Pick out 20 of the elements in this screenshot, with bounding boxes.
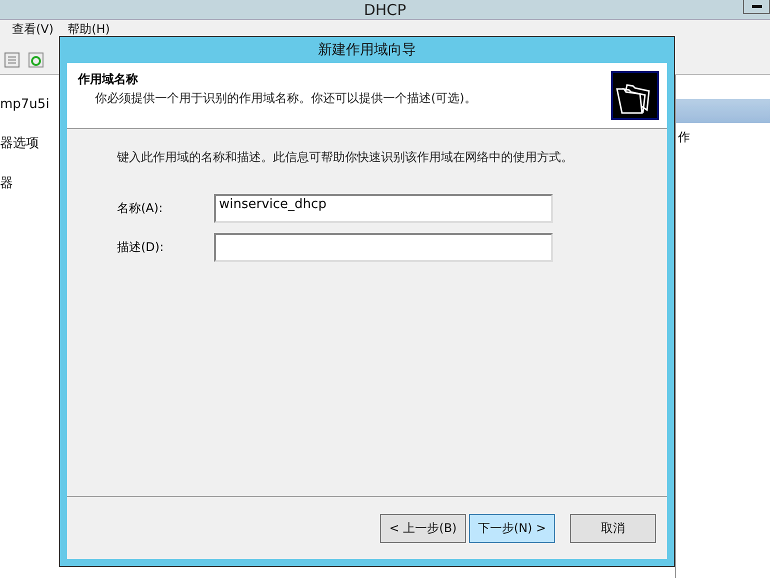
minimize-button[interactable] — [743, 0, 770, 14]
page-subtitle: 你必须提供一个用于识别的作用域名称。你还可以提供一个描述(可选)。 — [94, 90, 476, 107]
field-label: 名称(A): — [117, 200, 164, 217]
instruction-text: 键入此作用域的名称和描述。此信息可帮助你快速识别该作用域在网络中的使用方式。 — [117, 149, 574, 166]
properties-icon[interactable] — [4, 52, 20, 68]
refresh-icon[interactable] — [28, 52, 44, 68]
folders-icon — [611, 71, 659, 120]
menu-item[interactable]: 查看(V) — [12, 21, 54, 38]
actions-item[interactable]: 作 — [676, 123, 770, 152]
dialog-title: 新建作用域向导 — [317, 41, 417, 60]
wizard-button[interactable]: 取消 — [570, 514, 656, 542]
menu-item[interactable]: 帮助(H) — [68, 21, 110, 38]
page-title: 作用域名称 — [78, 71, 139, 88]
field-label: 描述(D): — [117, 239, 165, 256]
wizard-button[interactable]: < 上一步(B) — [380, 514, 466, 542]
minimize-icon — [752, 5, 762, 8]
input-field[interactable] — [214, 233, 553, 262]
wizard-button[interactable]: 下一步(N) > — [469, 514, 555, 542]
input-field[interactable]: winservice_dhcp — [214, 194, 553, 223]
window-title: DHCP — [364, 0, 406, 18]
